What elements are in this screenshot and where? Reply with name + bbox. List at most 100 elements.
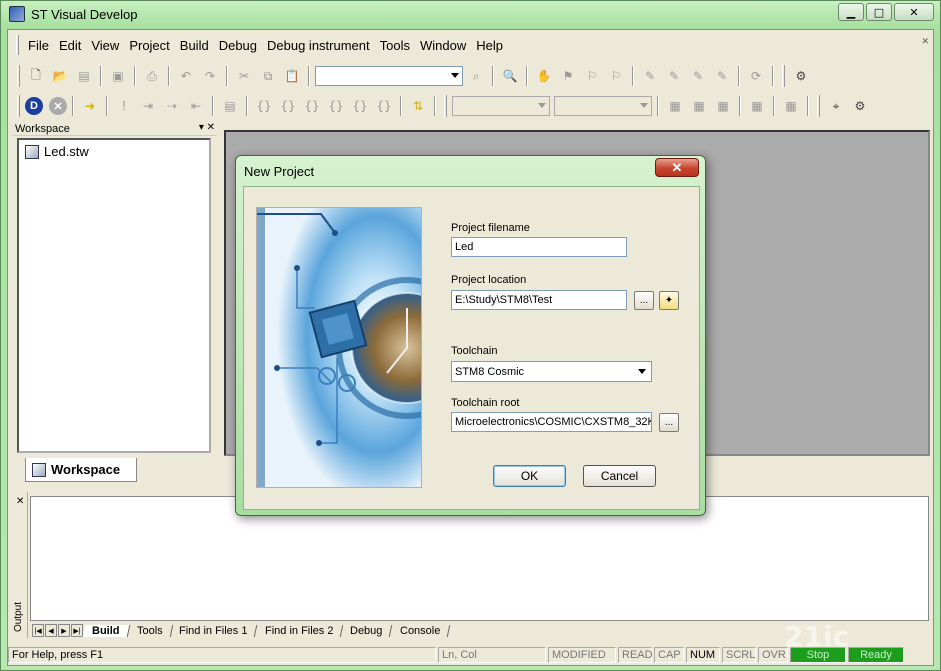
copy-icon[interactable]: ⧉: [257, 65, 279, 87]
new-folder-icon[interactable]: ✦: [659, 291, 679, 310]
last-tab-icon[interactable]: ▶|: [71, 624, 83, 637]
menu-view[interactable]: View: [86, 38, 124, 53]
menu-debug[interactable]: Debug: [214, 38, 262, 53]
toolchain-label: Toolchain: [451, 345, 498, 357]
redo-icon[interactable]: ↷: [199, 65, 221, 87]
tab-debug[interactable]: Debug: [340, 624, 393, 637]
toolbar-separator: [773, 96, 775, 116]
output-close-icon[interactable]: ✕: [16, 496, 24, 507]
find-icon[interactable]: ⌕: [465, 65, 487, 87]
bookmark-icon[interactable]: ⚑: [557, 65, 579, 87]
new-file-icon[interactable]: 🗋: [25, 65, 47, 87]
brace-into-icon[interactable]: {}: [349, 95, 371, 117]
step-out-icon[interactable]: ⇤: [185, 95, 207, 117]
settings-tool-icon[interactable]: ⚙: [790, 65, 812, 87]
dialog-close-button[interactable]: ✕: [655, 158, 699, 177]
hand-icon[interactable]: ✋: [533, 65, 555, 87]
reset-icon[interactable]: ⇅: [407, 95, 429, 117]
app-window: ST Visual Develop ▁ □ ✕ File Edit View P…: [0, 0, 941, 671]
open-folder-icon[interactable]: 📂: [49, 65, 71, 87]
cut-icon[interactable]: ✂: [233, 65, 255, 87]
marker-clear-icon[interactable]: ✎: [711, 65, 733, 87]
rebuild-icon[interactable]: ▦: [712, 95, 734, 117]
bookmark-prev-icon[interactable]: ⚐: [605, 65, 627, 87]
app-icon: [9, 6, 25, 22]
print-icon[interactable]: ⎙: [141, 65, 163, 87]
stop-build-icon[interactable]: ▦: [746, 95, 768, 117]
workspace-header-label: Workspace: [15, 122, 70, 135]
watermark-logo: 21ic: [784, 620, 850, 653]
tab-find-in-files-2[interactable]: Find in Files 2: [255, 624, 344, 637]
next-tab-icon[interactable]: ▶: [58, 624, 70, 637]
menu-file[interactable]: File: [23, 38, 54, 53]
compile-icon[interactable]: ▦: [664, 95, 686, 117]
brace-step-icon[interactable]: {}: [253, 95, 275, 117]
project-location-input[interactable]: E:\Study\STM8\Test: [451, 290, 627, 310]
brace-next-icon[interactable]: {}: [325, 95, 347, 117]
brace-over-icon[interactable]: {}: [277, 95, 299, 117]
find-in-files-icon[interactable]: 🔍: [499, 65, 521, 87]
break-icon[interactable]: !: [113, 95, 135, 117]
save-icon[interactable]: ▣: [107, 65, 129, 87]
marker-next-icon[interactable]: ✎: [663, 65, 685, 87]
paste-icon[interactable]: 📋: [281, 65, 303, 87]
title-bar: ST Visual Develop ▁ □ ✕: [1, 1, 940, 27]
browse-location-button[interactable]: ...: [634, 291, 654, 310]
menu-project[interactable]: Project: [124, 38, 174, 53]
toolbar-separator: [246, 96, 248, 116]
refresh-icon[interactable]: ⟳: [745, 65, 767, 87]
find-combo[interactable]: [315, 66, 463, 86]
marker-icon[interactable]: ✎: [639, 65, 661, 87]
toolbar-separator: [134, 66, 136, 86]
tab-tools[interactable]: Tools: [127, 624, 173, 637]
toolbar-separator: [772, 66, 774, 86]
config-combo[interactable]: [554, 96, 652, 116]
first-tab-icon[interactable]: |◀: [32, 624, 44, 637]
run-to-cursor-icon[interactable]: ▤: [219, 95, 241, 117]
menu-edit[interactable]: Edit: [54, 38, 86, 53]
target-combo[interactable]: [452, 96, 550, 116]
chip-icon[interactable]: ⚙: [849, 95, 871, 117]
toolchain-select[interactable]: STM8 Cosmic: [451, 361, 652, 382]
undo-icon[interactable]: ↶: [175, 65, 197, 87]
close-button[interactable]: ✕: [894, 3, 934, 21]
mdi-close-icon[interactable]: ✕: [921, 36, 929, 47]
status-cap: CAP: [654, 647, 684, 663]
workspace-panel-controls[interactable]: ▾ ✕: [199, 122, 215, 133]
toolbar-separator: [739, 96, 741, 116]
menu-tools[interactable]: Tools: [375, 38, 415, 53]
minimize-button[interactable]: ▁: [838, 3, 864, 21]
browse-toolchain-root-button[interactable]: ...: [659, 413, 679, 432]
project-filename-input[interactable]: Led: [451, 237, 627, 257]
step-into-icon[interactable]: ⇥: [137, 95, 159, 117]
bookmark-next-icon[interactable]: ⚐: [581, 65, 603, 87]
step-over-icon[interactable]: ⇢: [161, 95, 183, 117]
menu-build[interactable]: Build: [175, 38, 214, 53]
toolchain-root-input[interactable]: Microelectronics\COSMIC\CXSTM8_32K: [451, 412, 652, 432]
menu-help[interactable]: Help: [471, 38, 508, 53]
brace-return-icon[interactable]: {}: [373, 95, 395, 117]
maximize-button[interactable]: □: [866, 3, 892, 21]
tab-find-in-files-1[interactable]: Find in Files 1: [169, 624, 258, 637]
ok-button[interactable]: OK: [493, 465, 566, 487]
tab-console[interactable]: Console: [390, 624, 451, 637]
menu-debug-instrument[interactable]: Debug instrument: [262, 38, 375, 53]
cancel-button[interactable]: Cancel: [583, 465, 656, 487]
tab-build[interactable]: Build: [82, 624, 130, 637]
programmer-icon[interactable]: ⌖: [825, 95, 847, 117]
start-debug-icon[interactable]: D: [25, 97, 43, 115]
program-icon[interactable]: ▦: [780, 95, 802, 117]
menu-window[interactable]: Window: [415, 38, 471, 53]
prev-tab-icon[interactable]: ◀: [45, 624, 57, 637]
tree-item-led-stw[interactable]: Led.stw: [19, 140, 209, 163]
marker-prev-icon[interactable]: ✎: [687, 65, 709, 87]
open-project-icon[interactable]: ▤: [73, 65, 95, 87]
go-arrow-icon[interactable]: ➜: [79, 95, 101, 117]
tab-workspace[interactable]: Workspace: [25, 458, 137, 482]
toolbar-separator: [400, 96, 402, 116]
toolbar-separator: [168, 66, 170, 86]
tab-find1-label: Find in Files 1: [179, 624, 248, 637]
stop-debug-icon[interactable]: ✕: [49, 97, 67, 115]
brace-out-icon[interactable]: {}: [301, 95, 323, 117]
build-icon[interactable]: ▦: [688, 95, 710, 117]
